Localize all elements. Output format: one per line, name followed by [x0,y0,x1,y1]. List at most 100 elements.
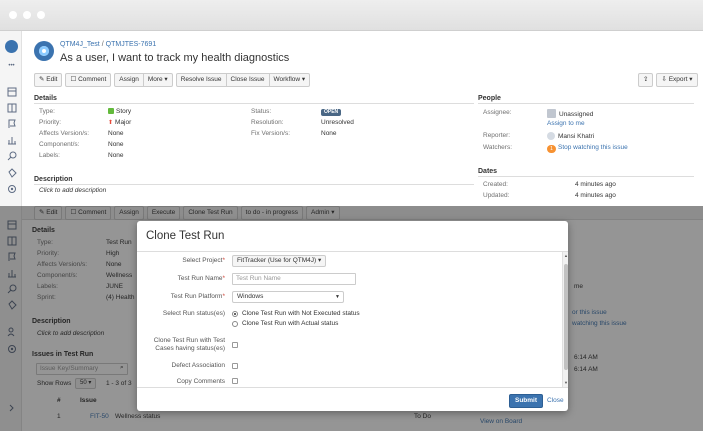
created-value: 4 minutes ago [575,181,616,188]
puzzle-icon[interactable] [6,168,17,178]
clone-cases-label: Clone Test Run with Test Cases having st… [153,337,225,352]
stop-watching-link[interactable]: Stop watching this issue [558,144,628,151]
dates-heading: Dates [478,168,498,175]
scroll-down-icon[interactable]: ▼ [563,380,568,385]
status-not-executed-label[interactable]: Clone Test Run with Not Executed status [242,310,360,317]
divider [34,103,474,104]
dialog-scrollbar[interactable]: ▲ ▼ [562,252,568,387]
window-titlebar [0,0,703,31]
status-badge: OPEN [321,108,342,116]
clone-cases-checkbox[interactable] [232,342,238,348]
window-dot-1[interactable] [9,11,17,19]
priority-label: Priority: [39,119,62,126]
assignee-label: Assignee: [483,109,512,116]
dialog-title: Clone Test Run [146,230,225,242]
page-title: As a user, I want to track my health dia… [60,52,290,64]
reporter-value: Mansi Khatri [547,132,594,140]
assignee-value: Unassigned [547,109,593,118]
affects-version-value: None [108,130,124,137]
dialog-body: Select Project* FitTracker (Use for QTM4… [137,252,568,387]
resolve-issue-button[interactable]: Resolve Issue [175,73,227,87]
assign-button[interactable]: Assign [114,73,144,87]
defect-association-checkbox[interactable] [232,363,238,369]
created-label: Created: [483,181,508,188]
breadcrumb: QTM4J_Test / QTMJTES-7691 [60,41,157,48]
labels-label: Labels: [39,152,60,159]
divider [34,184,474,185]
close-link[interactable]: Close [547,397,564,404]
comment-button[interactable]: ☐ Comment [65,73,112,87]
status-actual-label[interactable]: Clone Test Run with Actual status [242,320,338,327]
issue-toolbar: ✎ Edit ☐ Comment Assign More ▾ Resolve I… [34,73,311,87]
avatar [547,109,556,118]
test-run-platform-select[interactable]: Windows ▼ [232,291,344,303]
priority-major-icon: ⬆ [108,120,114,126]
more-icon[interactable]: ••• [6,61,17,71]
watchers-label: Watchers: [483,144,513,151]
story-icon [108,108,114,114]
avatar [547,132,555,140]
divider [478,103,694,104]
copy-comments-checkbox[interactable] [232,378,238,384]
reporter-label: Reporter: [483,132,511,139]
test-run-name-label: Test Run Name* [177,275,225,282]
fix-version-label: Fix Version/s: [251,130,291,137]
fix-version-value: None [321,130,337,137]
flag-icon[interactable] [6,119,17,129]
people-heading: People [478,95,501,102]
more-button[interactable]: More ▾ [142,73,173,87]
defect-association-label: Defect Association [171,362,225,369]
components-value: None [108,141,124,148]
window-dot-2[interactable] [23,11,31,19]
divider [137,387,568,388]
project-avatar[interactable] [34,41,54,61]
type-label: Type: [39,108,55,115]
description-heading: Description [34,176,73,183]
updated-label: Updated: [483,192,510,199]
test-run-name-input[interactable]: Test Run Name [232,273,356,285]
submit-button[interactable]: Submit [509,394,544,408]
updated-value: 4 minutes ago [575,192,616,199]
divider [478,176,694,177]
app-logo-icon[interactable] [5,40,18,53]
status-label: Status: [251,108,272,115]
resolution-label: Resolution: [251,119,284,126]
breadcrumb-project[interactable]: QTM4J_Test [60,41,100,48]
workflow-button[interactable]: Workflow ▾ [268,73,311,87]
priority-value: ⬆ Major [108,119,132,126]
select-project-dropdown[interactable]: FitTracker (Use for QTM4J) ▾ [232,255,327,267]
resolution-value: Unresolved [321,119,354,126]
breadcrumb-issue-key[interactable]: QTMJTES-7691 [106,41,157,48]
status-not-executed-radio[interactable] [232,311,238,317]
layout-icon[interactable] [6,103,17,113]
watchers-count-badge: 1 [547,145,556,153]
action-group: Assign More ▾ [114,73,173,87]
window-dot-3[interactable] [37,11,45,19]
issue-toolbar-right: ⇪ ⇩ Export ▾ [638,73,698,87]
test-run-platform-label: Test Run Platform* [170,293,225,300]
board-icon[interactable] [6,87,17,97]
gear-icon[interactable] [6,184,17,194]
close-issue-button[interactable]: Close Issue [225,73,270,87]
labels-value: None [108,152,124,159]
chevron-down-icon: ▼ [335,294,340,300]
select-project-label: Select Project* [182,257,225,264]
scroll-up-icon[interactable]: ▲ [563,253,568,258]
type-value: Story [108,108,131,115]
details-heading: Details [34,95,57,102]
share-button[interactable]: ⇪ [638,73,654,87]
assign-to-me-link[interactable]: Assign to me [547,120,585,127]
search-icon[interactable] [6,151,17,161]
scrollbar-thumb[interactable] [564,264,568,370]
watchers-value: 1 Stop watching this issue [547,144,628,153]
edit-button[interactable]: ✎ Edit [34,73,63,87]
export-button[interactable]: ⇩ Export ▾ [656,73,698,87]
affects-version-label: Affects Version/s: [39,130,90,137]
chart-icon[interactable] [6,135,17,145]
workflow-group: Resolve Issue Close Issue Workflow ▾ [175,73,311,87]
copy-comments-label: Copy Comments [176,378,225,385]
components-label: Component/s: [39,141,80,148]
status-actual-radio[interactable] [232,321,238,327]
description-field[interactable]: Click to add description [39,187,106,194]
run-status-label: Select Run status(es) [162,310,225,317]
